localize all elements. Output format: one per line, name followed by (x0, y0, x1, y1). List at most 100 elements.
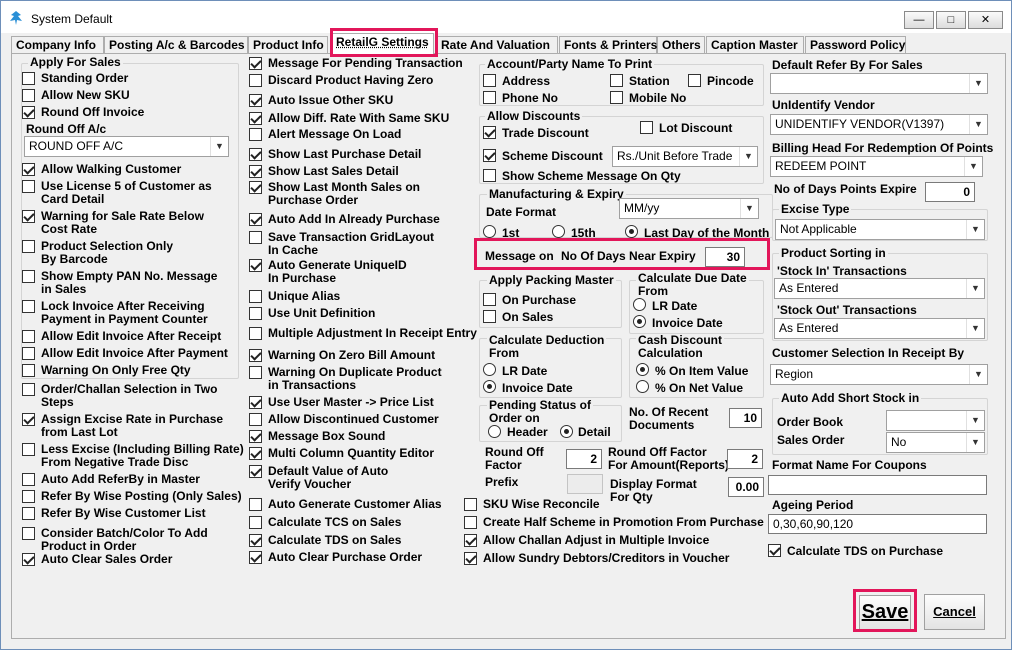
use-unit-def-checkbox[interactable] (249, 307, 262, 320)
allow-disc-cust-checkbox[interactable] (249, 413, 262, 426)
auto-clear-purchase-checkbox[interactable] (249, 551, 262, 564)
maximize-icon[interactable]: □ (936, 11, 966, 29)
show-empty-pan-checkbox[interactable] (22, 270, 35, 283)
station-checkbox[interactable] (610, 74, 623, 87)
ded-lr-date-radio[interactable] (483, 363, 496, 376)
expiry-last-radio[interactable] (625, 225, 638, 238)
sundry-checkbox[interactable] (464, 552, 477, 565)
refer-by-customer-checkbox[interactable] (22, 507, 35, 520)
rof-amount-input[interactable]: 2 (727, 449, 763, 469)
cust-selection-select[interactable]: Region ▼ (770, 364, 988, 385)
last-month-checkbox[interactable] (249, 181, 262, 194)
pending-detail-radio[interactable] (560, 425, 573, 438)
tab-product-info[interactable]: Product Info (248, 36, 328, 54)
warning-free-qty-checkbox[interactable] (22, 364, 35, 377)
days-points-input[interactable]: 0 (925, 182, 975, 202)
on-item-value-radio[interactable] (636, 363, 649, 376)
allow-edit-payment-checkbox[interactable] (22, 347, 35, 360)
show-scheme-msg-checkbox[interactable] (483, 169, 496, 182)
order-challan-checkbox[interactable] (22, 383, 35, 396)
allow-walking-customer-checkbox[interactable] (22, 163, 35, 176)
near-expiry-input[interactable]: 30 (705, 247, 745, 267)
trade-discount-checkbox[interactable] (483, 126, 496, 139)
auto-add-purchase-checkbox[interactable] (249, 213, 262, 226)
format-coupons-input[interactable] (768, 475, 987, 495)
allow-new-sku-checkbox[interactable] (22, 89, 35, 102)
auto-issue-sku-checkbox[interactable] (249, 94, 262, 107)
default-auto-checkbox[interactable] (249, 465, 262, 478)
mobile-checkbox[interactable] (610, 91, 623, 104)
half-scheme-checkbox[interactable] (464, 516, 477, 529)
tab-rate-valuation[interactable]: Rate And Valuation (436, 36, 558, 54)
on-sales-checkbox[interactable] (483, 310, 496, 323)
msg-box-sound-checkbox[interactable] (249, 430, 262, 443)
less-excise-checkbox[interactable] (22, 443, 35, 456)
lot-discount-checkbox[interactable] (640, 121, 653, 134)
product-selection-checkbox[interactable] (22, 240, 35, 253)
auto-cust-alias-checkbox[interactable] (249, 498, 262, 511)
due-invoice-date-radio[interactable] (633, 315, 646, 328)
unidentify-vendor-select[interactable]: UNIDENTIFY VENDOR(V1397) ▼ (770, 114, 988, 135)
round-off-ac-select[interactable]: ROUND OFF A/C ▼ (24, 136, 229, 157)
order-book-select[interactable]: ▼ (886, 410, 985, 431)
zero-bill-checkbox[interactable] (249, 349, 262, 362)
discard-zero-checkbox[interactable] (249, 74, 262, 87)
multi-adj-checkbox[interactable] (249, 327, 262, 340)
pending-header-radio[interactable] (488, 425, 501, 438)
tab-company-info[interactable]: Company Info (11, 36, 104, 54)
warning-rate-below-checkbox[interactable] (22, 210, 35, 223)
tab-others[interactable]: Others (657, 36, 705, 54)
assign-excise-checkbox[interactable] (22, 413, 35, 426)
alert-load-checkbox[interactable] (249, 128, 262, 141)
billing-head-select[interactable]: REDEEM POINT ▼ (770, 156, 983, 177)
sku-wise-checkbox[interactable] (464, 498, 477, 511)
tab-posting-ac-barcodes[interactable]: Posting A/c & Barcodes (104, 36, 248, 54)
round-off-factor-input[interactable]: 2 (566, 449, 602, 469)
scheme-discount-checkbox[interactable] (483, 149, 496, 162)
prefix-input[interactable] (567, 474, 603, 494)
ageing-input[interactable]: 0,30,60,90,120 (768, 514, 987, 534)
date-format-select[interactable]: MM/yy ▼ (619, 198, 759, 219)
standing-order-checkbox[interactable] (22, 72, 35, 85)
allow-edit-receipt-checkbox[interactable] (22, 330, 35, 343)
expiry-1st-radio[interactable] (483, 225, 496, 238)
address-checkbox[interactable] (483, 74, 496, 87)
tab-caption-master[interactable]: Caption Master (706, 36, 804, 54)
round-off-invoice-checkbox[interactable] (22, 106, 35, 119)
default-refer-select[interactable]: ▼ (770, 73, 988, 94)
close-icon[interactable]: ✕ (968, 11, 1003, 29)
save-button[interactable]: Save (859, 595, 911, 630)
use-license5-checkbox[interactable] (22, 180, 35, 193)
stock-in-select[interactable]: As Entered ▼ (774, 278, 985, 299)
auto-clear-sales-checkbox[interactable] (22, 553, 35, 566)
cancel-button[interactable]: Cancel (924, 594, 985, 630)
lock-invoice-checkbox[interactable] (22, 300, 35, 313)
pincode-checkbox[interactable] (688, 74, 701, 87)
auto-add-referby-checkbox[interactable] (22, 473, 35, 486)
due-lr-date-radio[interactable] (633, 298, 646, 311)
challan-adjust-checkbox[interactable] (464, 534, 477, 547)
tab-retailg-settings[interactable]: RetailG Settings (331, 33, 434, 55)
use-user-master-checkbox[interactable] (249, 396, 262, 409)
last-purchase-checkbox[interactable] (249, 148, 262, 161)
sales-order-select[interactable]: No ▼ (886, 432, 985, 453)
last-sales-checkbox[interactable] (249, 165, 262, 178)
recent-docs-input[interactable]: 10 (729, 408, 762, 428)
multi-col-qty-checkbox[interactable] (249, 447, 262, 460)
calc-tds-purchase-checkbox[interactable] (768, 544, 781, 557)
unique-alias-checkbox[interactable] (249, 290, 262, 303)
calc-tds-sales-checkbox[interactable] (249, 534, 262, 547)
phone-checkbox[interactable] (483, 91, 496, 104)
save-grid-checkbox[interactable] (249, 231, 262, 244)
consider-batch-checkbox[interactable] (22, 527, 35, 540)
excise-type-select[interactable]: Not Applicable ▼ (775, 219, 985, 240)
allow-diff-rate-checkbox[interactable] (249, 112, 262, 125)
tab-password-policy[interactable]: Password Policy (805, 36, 906, 54)
expiry-15th-radio[interactable] (552, 225, 565, 238)
on-net-value-radio[interactable] (636, 380, 649, 393)
ded-invoice-date-radio[interactable] (483, 380, 496, 393)
stock-out-select[interactable]: As Entered ▼ (774, 318, 985, 339)
auto-uid-checkbox[interactable] (249, 259, 262, 272)
refer-by-wise-checkbox[interactable] (22, 490, 35, 503)
calc-tcs-checkbox[interactable] (249, 516, 262, 529)
